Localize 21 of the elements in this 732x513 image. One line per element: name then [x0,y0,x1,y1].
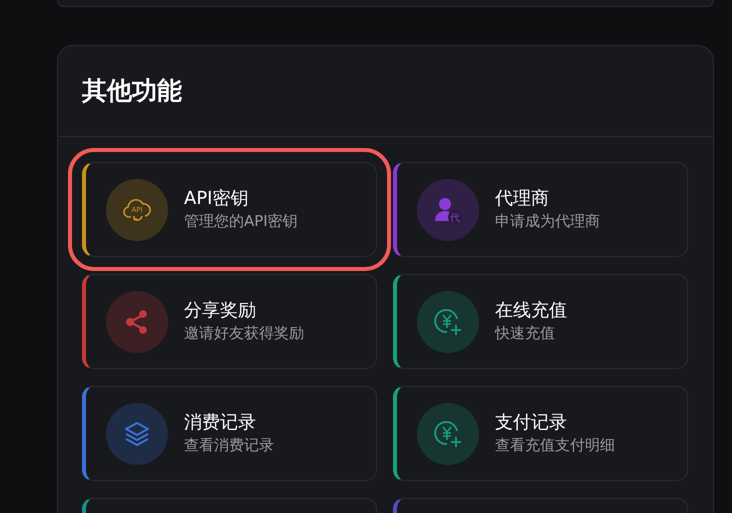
card-title: 消费记录 [184,411,257,435]
section-title: 其他功能 [82,76,182,106]
card-title: 代理商 [495,187,550,211]
layers-icon [123,420,151,448]
card-subtitle: 查看充值支付明细 [495,434,615,456]
feature-card[interactable]: 分享奖励 邀请好友获得奖励 [82,274,377,369]
yuan-coin-plus-icon [433,306,463,336]
card-title: 在线充值 [495,299,567,323]
feature-card[interactable]: 支付记录 查看充值支付明细 [393,386,688,481]
card-title: 支付记录 [495,411,568,435]
card-subtitle: 邀请好友获得奖励 [184,322,304,344]
feature-card[interactable]: 在线充值 快速充值 [393,274,688,369]
card-subtitle: 快速充值 [495,322,556,344]
card-subtitle: 申请成为代理商 [495,210,600,232]
feature-card[interactable]: 消费记录 查看消费记录 [82,386,377,481]
card-title: 分享奖励 [184,299,257,323]
yuan-coin-plus-icon [433,418,463,448]
card-title: API密钥 [184,187,250,211]
card-subtitle: 管理您的API密钥 [184,210,298,232]
card-subtitle: 查看消费记录 [184,434,274,456]
feature-card[interactable]: 代 代理商 申请成为代理商 [393,162,688,257]
